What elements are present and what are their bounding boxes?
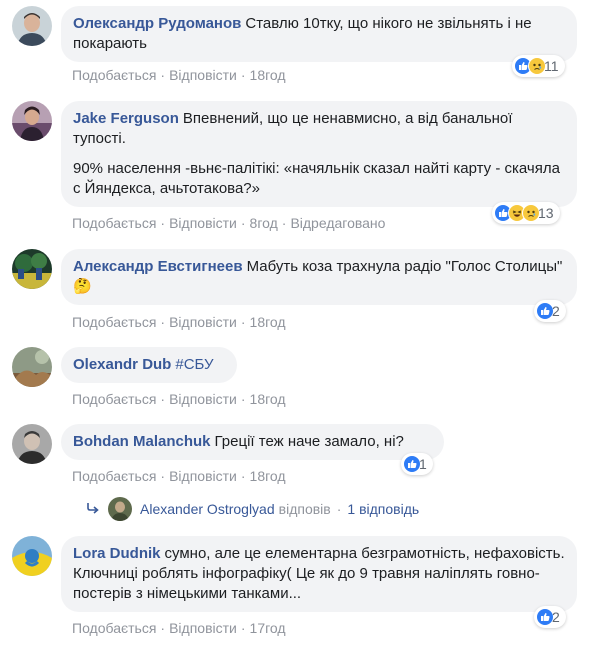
comment-actions: Подобається · Відповісти · 8год · Відредагован… [72,215,385,231]
comment-text: 90% населення -вьнє-палітікі: «начяльнік… [73,160,560,197]
like-link[interactable]: Подобається [72,67,156,83]
reply-verb: відповів [278,501,331,517]
comment-bubble: Lora Dudnik сумно, але це елементарна без… [61,536,577,612]
comment-time[interactable]: 18год [250,67,286,83]
comment-author[interactable]: Олександр Рудоманов [73,15,241,32]
comment-time[interactable]: 18год [250,391,286,407]
separator: · [160,391,166,407]
like-link[interactable]: Подобається [72,391,156,407]
comment-author[interactable]: Bohdan Malanchuk [73,433,211,450]
like-link[interactable]: Подобається [72,314,156,330]
separator: · [160,314,166,330]
avatar[interactable] [12,101,52,141]
comment-time[interactable]: 18год [250,468,286,484]
comment-actions: Подобається · Відповісти · 18год [72,391,286,407]
avatar[interactable] [12,424,52,464]
reaction-count: 1 [419,456,427,472]
avatar[interactable] [12,347,52,387]
edited-label[interactable]: Відредаговано [290,215,385,231]
reply-arrow-icon [86,501,100,517]
separator: · [240,314,246,330]
reaction-count: 11 [544,58,559,74]
comment-bubble: Александр Евстигнеев Мабуть коза трахнула… [61,249,577,305]
separator: · [281,215,287,231]
like-link[interactable]: Подобається [72,468,156,484]
reply-author[interactable]: Alexander Ostroglyad [140,501,275,517]
comment-bubble: Олександр Рудоманов Ставлю 10тку, що ніко… [61,6,577,62]
like-link[interactable]: Подобається [72,215,156,231]
comment-time[interactable]: 8год [250,215,278,231]
separator: · [240,391,246,407]
comment-bubble: Jake Ferguson Впевнений, що це ненавмисно… [61,101,577,207]
separator: · [240,67,246,83]
reactions-badge[interactable]: 2 [534,300,566,322]
comment-actions: Подобається · Відповісти · 18год [72,67,286,83]
separator: · [240,620,246,636]
avatar[interactable] [12,6,52,46]
comment-text: Мабуть коза трахнула радіо "Голос Столиц… [246,258,563,275]
avatar[interactable] [12,249,52,289]
reaction-count: 2 [552,609,560,625]
reply-link[interactable]: Відповісти [169,391,237,407]
comment-text: Греції теж наче замало, ні? [214,433,404,450]
separator: · [160,215,166,231]
avatar [108,497,132,521]
reactions-badge[interactable]: 11 [512,55,565,77]
reply-count-link[interactable]: 1 відповідь [347,501,419,517]
reply-link[interactable]: Відповісти [169,67,237,83]
comment-author[interactable]: Александр Евстигнеев [73,258,243,275]
separator: · [160,67,166,83]
separator: · [240,215,246,231]
reply-link[interactable]: Відповісти [169,314,237,330]
comment-bubble: Olexandr Dub #СБУ [61,347,237,383]
reaction-count: 2 [552,303,560,319]
replies-thread-link[interactable]: Alexander Ostroglyad відповів · 1 відпов… [86,497,419,521]
comment-actions: Подобається · Відповісти · 18год [72,468,286,484]
thinking-face-emoji: 🤔 [73,278,92,295]
comment-author[interactable]: Jake Ferguson [73,110,179,127]
reactions-badge[interactable]: 1 [401,453,433,475]
separator: · [336,501,342,517]
comment-author[interactable]: Olexandr Dub [73,356,171,373]
reply-link[interactable]: Відповісти [169,468,237,484]
reactions-badge[interactable]: 2 [534,606,566,628]
comment-author[interactable]: Lora Dudnik [73,545,161,562]
reactions-badge[interactable]: 13 [492,202,560,224]
reaction-count: 13 [538,205,554,221]
separator: · [240,468,246,484]
separator: · [160,620,166,636]
hashtag-link[interactable]: #СБУ [175,356,213,373]
reply-link[interactable]: Відповісти [169,620,237,636]
comment-actions: Подобається · Відповісти · 17год [72,620,286,636]
comment-time[interactable]: 17год [250,620,286,636]
avatar[interactable] [12,536,52,576]
comment-actions: Подобається · Відповісти · 18год [72,314,286,330]
reply-link[interactable]: Відповісти [169,215,237,231]
comment-bubble: Bohdan Malanchuk Греції теж наче замало, … [61,424,444,460]
comment-time[interactable]: 18год [250,314,286,330]
separator: · [160,468,166,484]
like-link[interactable]: Подобається [72,620,156,636]
